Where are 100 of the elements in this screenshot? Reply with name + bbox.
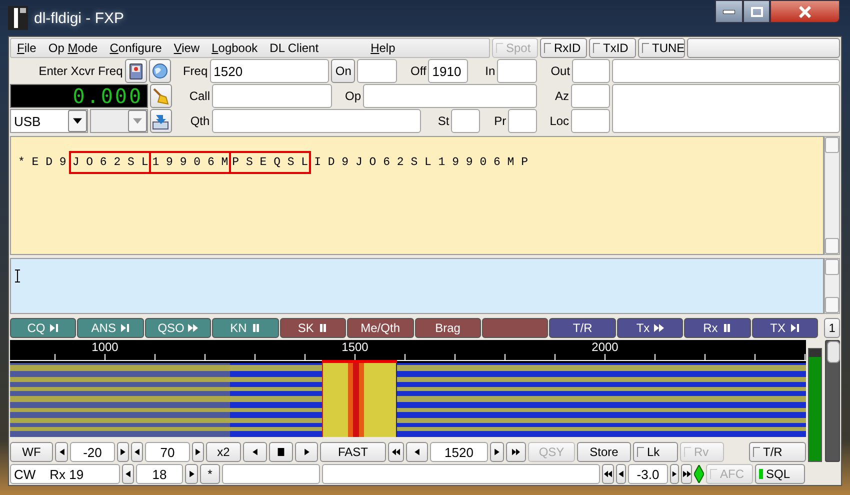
menu-item[interactable]: View — [168, 41, 206, 55]
squelch-button[interactable]: SQL — [755, 464, 805, 484]
checkbox[interactable] — [593, 43, 600, 53]
highlighted-text: P S E Q S L — [231, 151, 312, 174]
scrollbar[interactable] — [824, 258, 840, 314]
right-arrow-button[interactable] — [295, 442, 318, 462]
macro-button[interactable]: KN — [212, 318, 279, 338]
left-arrow-button[interactable] — [243, 442, 267, 462]
macro-button[interactable]: Brag — [414, 318, 481, 338]
left-arrow-icon — [133, 448, 141, 456]
menu-item[interactable]: Configure — [104, 41, 168, 55]
checkbox[interactable] — [544, 43, 551, 53]
left-arrow-button[interactable] — [122, 464, 134, 484]
window-title: dl-fldigi - FXP — [34, 10, 124, 26]
notes-field[interactable] — [612, 59, 840, 83]
scrollbar[interactable] — [824, 136, 840, 255]
double-right-arrow-icon — [188, 323, 198, 333]
toggle-button[interactable]: T/R — [749, 442, 806, 462]
stop-button[interactable] — [269, 442, 293, 462]
broom-button[interactable] — [150, 84, 172, 108]
maximize-button[interactable] — [743, 0, 770, 23]
tray-button[interactable] — [150, 109, 172, 133]
left-arrow-icon — [617, 470, 625, 478]
double-right-arrow-button[interactable] — [506, 442, 526, 462]
notes-field[interactable] — [612, 84, 840, 133]
in-label: In — [484, 63, 496, 80]
macro-button[interactable]: SK — [280, 318, 346, 338]
off-label: Off — [410, 63, 426, 80]
value-field[interactable]: -20 — [70, 442, 115, 462]
transmit-text-field[interactable] — [10, 258, 824, 314]
on-field[interactable] — [357, 59, 398, 83]
toggle-button[interactable]: RxID — [540, 38, 587, 58]
value-field[interactable]: 70 — [145, 442, 190, 462]
on-button[interactable]: On — [331, 59, 356, 83]
right-arrow-button[interactable] — [192, 442, 204, 462]
button[interactable]: x2 — [206, 442, 241, 462]
right-arrow-button[interactable] — [670, 464, 679, 484]
value-field[interactable]: 18 — [136, 464, 183, 484]
macro-button[interactable]: Rx — [684, 318, 751, 338]
left-arrow-icon — [251, 448, 259, 456]
mode-dropdown[interactable]: USB — [10, 109, 88, 133]
macro-button[interactable] — [482, 318, 548, 338]
minimize-button[interactable] — [715, 0, 743, 23]
az-field[interactable] — [571, 84, 610, 108]
macro-button[interactable]: Tx — [616, 318, 684, 338]
loc-field[interactable] — [571, 109, 610, 133]
macro-button[interactable]: T/R — [549, 318, 616, 338]
menu-item[interactable]: File — [11, 41, 42, 55]
toggle-button[interactable]: Lk — [633, 442, 678, 462]
checkbox[interactable] — [753, 447, 760, 457]
right-arrow-icon — [119, 448, 127, 456]
st-field[interactable] — [451, 109, 480, 133]
menu-item[interactable]: Help — [364, 41, 402, 55]
input-field[interactable] — [222, 464, 320, 484]
macro-page-button[interactable]: 1 — [824, 318, 840, 338]
macro-button[interactable]: QSO — [144, 318, 212, 338]
qth-field[interactable] — [212, 109, 422, 133]
button[interactable]: WF — [10, 442, 53, 462]
in-field[interactable] — [497, 59, 538, 83]
left-arrow-button[interactable] — [55, 442, 68, 462]
op-field[interactable] — [363, 84, 537, 108]
right-arrow-button[interactable] — [490, 442, 504, 462]
button[interactable]: Store — [577, 442, 631, 462]
menu-item[interactable]: DL Client — [264, 41, 325, 55]
value-field[interactable]: -3.0 — [628, 464, 668, 484]
pr-field[interactable] — [508, 109, 538, 133]
macro-button[interactable]: TX — [752, 318, 818, 338]
left-arrow-button[interactable] — [406, 442, 428, 462]
toggle-button[interactable]: TxID — [589, 38, 636, 58]
off-field[interactable]: 1910 — [428, 59, 468, 83]
button[interactable]: FAST — [320, 442, 386, 462]
macro-button[interactable]: Me/Qth — [347, 318, 414, 338]
left-arrow-button[interactable] — [616, 464, 626, 484]
toggle-button[interactable]: TUNE — [638, 38, 685, 58]
checkbox[interactable] — [642, 43, 649, 53]
left-arrow-button[interactable] — [131, 442, 143, 462]
right-arrow-button[interactable] — [117, 442, 129, 462]
right-arrow-button[interactable] — [185, 464, 198, 484]
menu-item[interactable]: Op Mode — [42, 41, 104, 55]
close-button[interactable] — [770, 0, 840, 23]
double-left-arrow-button[interactable] — [388, 442, 404, 462]
received-text: I D 9 J O 6 2 S L 1 9 9 0 6 M P — [313, 155, 530, 171]
maximize-icon — [750, 6, 762, 16]
double-left-arrow-button[interactable] — [602, 464, 614, 484]
out-field[interactable] — [572, 59, 610, 83]
macro-button[interactable]: CQ — [10, 318, 76, 338]
value-field[interactable]: 1520 — [430, 442, 488, 462]
menu-item[interactable]: Logbook — [206, 41, 264, 55]
globe-button[interactable] — [148, 59, 171, 83]
freq-label: Freq — [182, 63, 208, 80]
checkbox[interactable] — [637, 447, 644, 457]
double-right-arrow-button[interactable] — [681, 464, 692, 484]
macro-button[interactable]: ANS — [77, 318, 144, 338]
call-field[interactable] — [212, 84, 332, 108]
slider-thumb[interactable] — [827, 341, 840, 363]
input-field[interactable] — [322, 464, 600, 484]
book-button[interactable] — [124, 59, 147, 83]
button[interactable]: * — [200, 464, 220, 484]
blank-button[interactable] — [687, 38, 840, 58]
freq-field[interactable]: 1520 — [210, 59, 330, 83]
